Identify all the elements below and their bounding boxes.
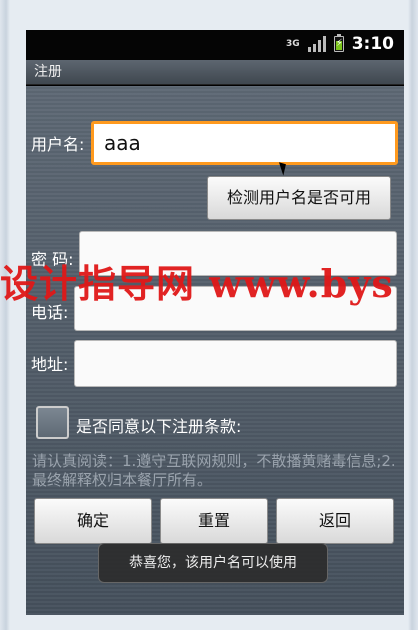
status-bar: 3G ⚡ 3:10 — [26, 30, 404, 60]
username-input[interactable]: aaa — [91, 121, 398, 165]
back-button[interactable]: 返回 — [276, 498, 394, 544]
address-input[interactable] — [74, 340, 397, 387]
phone-input[interactable] — [74, 286, 397, 331]
agree-label: 是否同意以下注册条款: — [76, 417, 242, 436]
app-title-bar: 注册 — [26, 60, 404, 85]
network-type-icon: 3G — [286, 38, 300, 49]
check-username-button[interactable]: 检测用户名是否可用 — [207, 176, 391, 220]
agree-checkbox[interactable] — [36, 406, 69, 439]
status-icons: 3G ⚡ 3:10 — [286, 34, 394, 54]
username-label: 用户名: — [31, 135, 85, 154]
status-clock: 3:10 — [351, 34, 394, 54]
battery-charging-icon: ⚡ — [333, 34, 344, 52]
network-type-label: 3G — [286, 38, 300, 49]
confirm-button[interactable]: 确定 — [34, 498, 152, 544]
terms-text: 请认真阅读：1.遵守互联网规则，不散播黄赌毒信息;2.最终解释权归本餐厅所有。 — [32, 452, 396, 489]
emulator-frame: 3G ⚡ 3:10 注册 用户名: aaa 检测用户名是否可用 密 码: 电话:… — [0, 0, 418, 630]
password-input[interactable] — [79, 231, 397, 276]
password-label: 密 码: — [31, 250, 74, 269]
address-label: 地址: — [31, 355, 69, 374]
phone-label: 电话: — [31, 303, 69, 322]
signal-strength-icon — [307, 36, 326, 52]
register-form: 用户名: aaa 检测用户名是否可用 密 码: 电话: 地址: 是否同意以下注册… — [26, 86, 404, 615]
toast-message: 恭喜您，该用户名可以使用 — [98, 543, 328, 583]
reset-button[interactable]: 重置 — [160, 498, 268, 544]
phone-screen: 3G ⚡ 3:10 注册 用户名: aaa 检测用户名是否可用 密 码: 电话:… — [26, 30, 404, 615]
